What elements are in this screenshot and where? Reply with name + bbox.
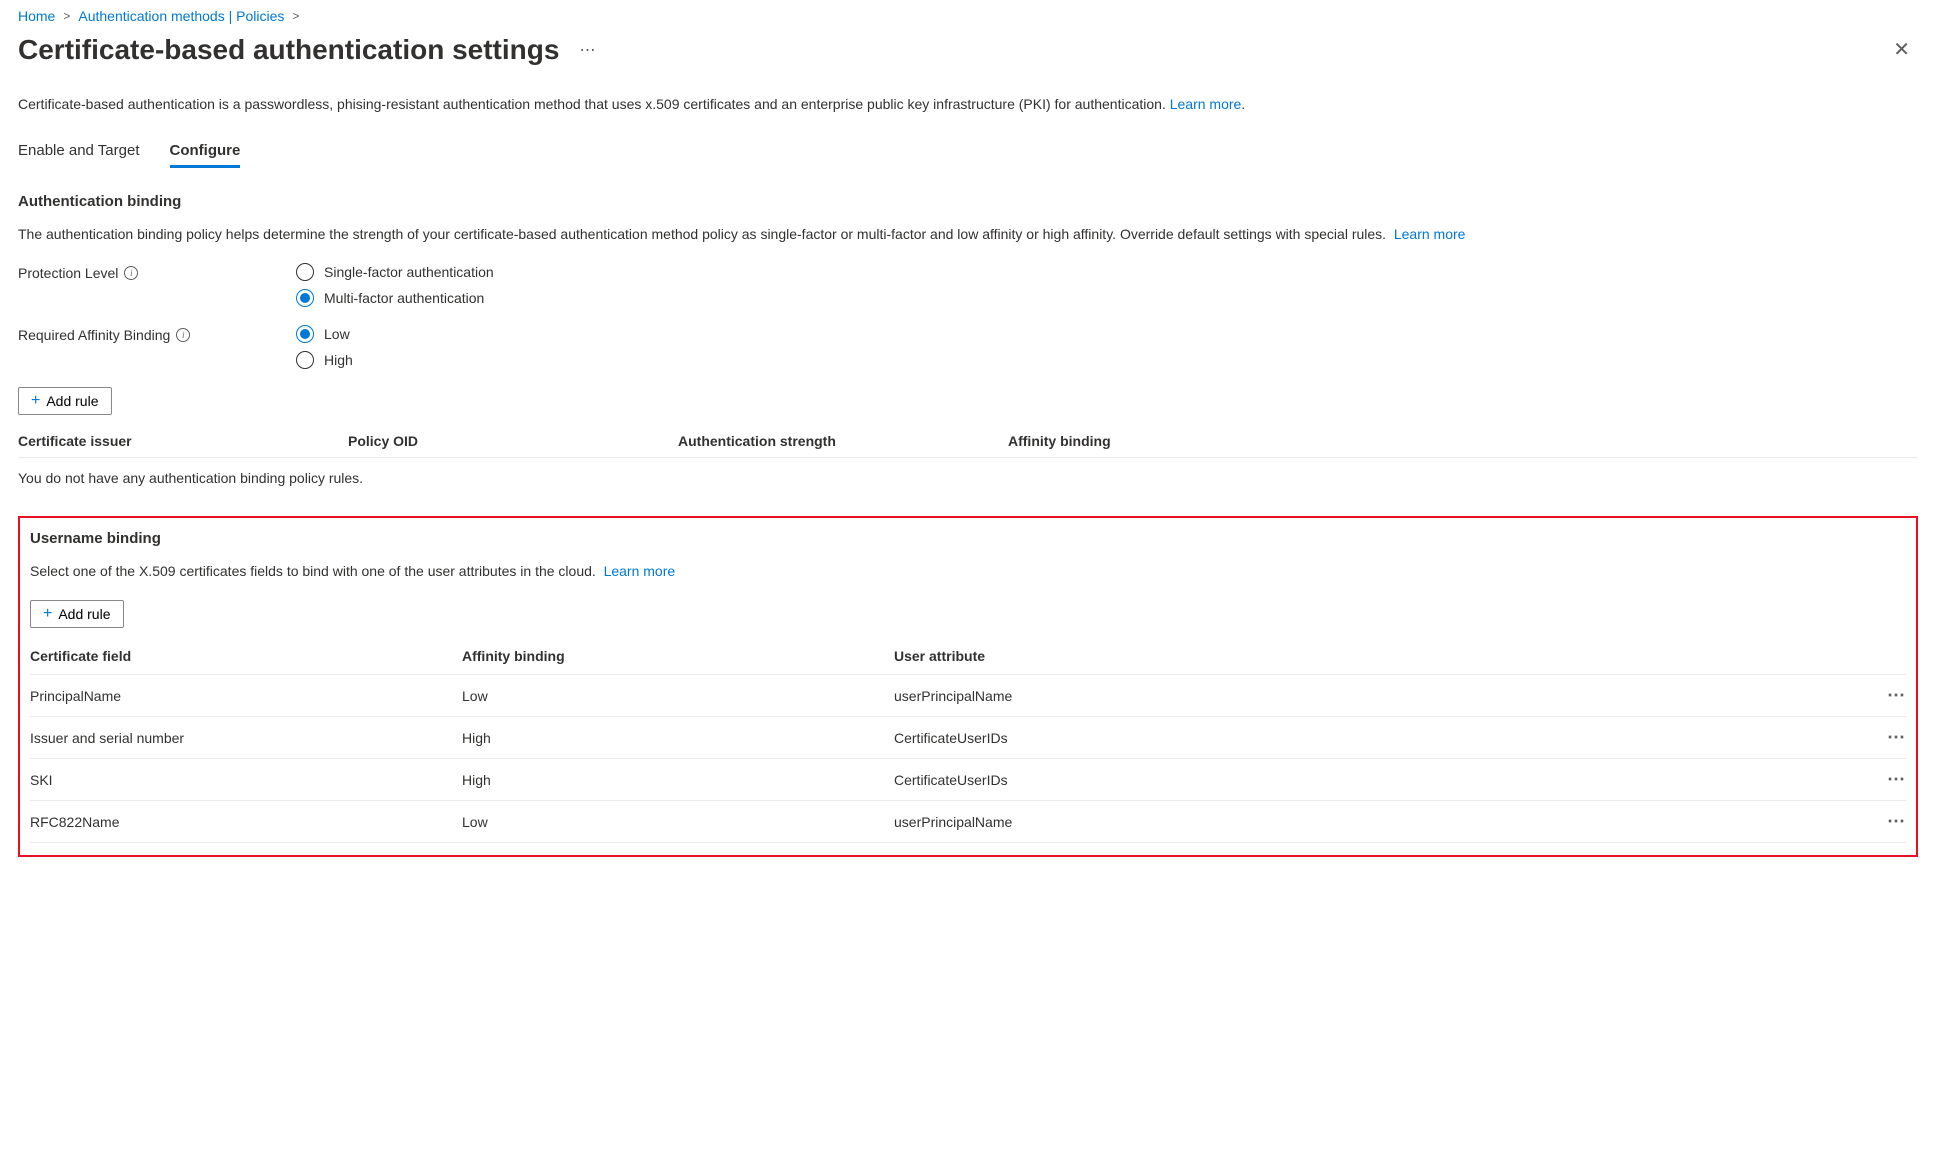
username-binding-desc-text: Select one of the X.509 certificates fie…	[30, 563, 596, 579]
radio-single-label: Single-factor authentication	[324, 264, 494, 280]
radio-circle-icon	[296, 351, 314, 369]
breadcrumb: Home > Authentication methods | Policies…	[18, 8, 1918, 24]
affinity-binding-row: Required Affinity Binding i Low High	[18, 325, 1918, 369]
table-row[interactable]: RFC822NameLowuserPrincipalName⋯	[30, 801, 1906, 843]
col-certificate-field[interactable]: Certificate field	[30, 648, 462, 664]
plus-icon: +	[43, 605, 52, 623]
page-title: Certificate-based authentication setting…	[18, 34, 559, 66]
cell-certificate-field: Issuer and serial number	[30, 730, 462, 746]
protection-level-label: Protection Level i	[18, 263, 296, 281]
username-binding-title: Username binding	[30, 530, 1906, 547]
radio-single-factor[interactable]: Single-factor authentication	[296, 263, 494, 281]
title-row: Certificate-based authentication setting…	[18, 34, 1918, 66]
close-icon[interactable]: ✕	[1885, 36, 1918, 64]
cell-user-attribute: userPrincipalName	[894, 814, 1866, 830]
col-certificate-issuer[interactable]: Certificate issuer	[18, 433, 348, 449]
username-binding-table: Certificate field Affinity binding User …	[30, 638, 1906, 843]
cell-affinity: Low	[462, 688, 894, 704]
radio-multi-factor[interactable]: Multi-factor authentication	[296, 289, 494, 307]
username-binding-section: Username binding Select one of the X.509…	[18, 516, 1918, 857]
cell-user-attribute: CertificateUserIDs	[894, 772, 1866, 788]
cell-affinity: High	[462, 730, 894, 746]
protection-level-text: Protection Level	[18, 265, 118, 281]
username-binding-desc: Select one of the X.509 certificates fie…	[30, 561, 1906, 582]
row-actions-icon[interactable]: ⋯	[1866, 811, 1906, 832]
radio-circle-checked-icon	[296, 289, 314, 307]
plus-icon: +	[31, 392, 40, 410]
row-actions-icon[interactable]: ⋯	[1866, 769, 1906, 790]
period: .	[1241, 96, 1245, 112]
description-text: Certificate-based authentication is a pa…	[18, 96, 1166, 112]
info-icon[interactable]: i	[176, 328, 190, 342]
radio-circle-icon	[296, 263, 314, 281]
affinity-binding-label: Required Affinity Binding i	[18, 325, 296, 343]
row-actions-icon[interactable]: ⋯	[1866, 685, 1906, 706]
chevron-right-icon: >	[292, 9, 299, 23]
auth-binding-title: Authentication binding	[18, 193, 1918, 210]
add-rule-button-auth[interactable]: + Add rule	[18, 387, 112, 415]
page-description: Certificate-based authentication is a pa…	[18, 96, 1918, 112]
add-rule-label: Add rule	[46, 393, 98, 409]
affinity-binding-text: Required Affinity Binding	[18, 327, 170, 343]
auth-table-header: Certificate issuer Policy OID Authentica…	[18, 425, 1918, 458]
auth-binding-learn-more-link[interactable]: Learn more	[1394, 226, 1466, 242]
cell-user-attribute: CertificateUserIDs	[894, 730, 1866, 746]
radio-affinity-low[interactable]: Low	[296, 325, 353, 343]
add-rule-label: Add rule	[58, 606, 110, 622]
cell-affinity: Low	[462, 814, 894, 830]
tab-enable-target[interactable]: Enable and Target	[18, 136, 140, 168]
cell-affinity: High	[462, 772, 894, 788]
row-actions-icon[interactable]: ⋯	[1866, 727, 1906, 748]
auth-table-empty-msg: You do not have any authentication bindi…	[18, 458, 1918, 498]
col-affinity-binding[interactable]: Affinity binding	[462, 648, 894, 664]
table-row[interactable]: PrincipalNameLowuserPrincipalName⋯	[30, 675, 1906, 717]
username-learn-more-link[interactable]: Learn more	[604, 563, 676, 579]
auth-binding-table: Certificate issuer Policy OID Authentica…	[18, 425, 1918, 498]
title-left: Certificate-based authentication setting…	[18, 34, 596, 66]
radio-high-label: High	[324, 352, 353, 368]
chevron-right-icon: >	[63, 9, 70, 23]
cell-certificate-field: SKI	[30, 772, 462, 788]
cell-certificate-field: PrincipalName	[30, 688, 462, 704]
radio-affinity-high[interactable]: High	[296, 351, 353, 369]
cell-certificate-field: RFC822Name	[30, 814, 462, 830]
cell-user-attribute: userPrincipalName	[894, 688, 1866, 704]
learn-more-link[interactable]: Learn more	[1170, 96, 1242, 112]
auth-binding-desc: The authentication binding policy helps …	[18, 224, 1918, 245]
tab-configure[interactable]: Configure	[170, 136, 241, 168]
username-table-header: Certificate field Affinity binding User …	[30, 638, 1906, 675]
breadcrumb-home[interactable]: Home	[18, 8, 55, 24]
col-actions	[1866, 648, 1906, 664]
tabs: Enable and Target Configure	[18, 136, 1918, 169]
table-row[interactable]: Issuer and serial numberHighCertificateU…	[30, 717, 1906, 759]
protection-level-row: Protection Level i Single-factor authent…	[18, 263, 1918, 307]
auth-binding-desc-text: The authentication binding policy helps …	[18, 226, 1386, 242]
col-user-attribute[interactable]: User attribute	[894, 648, 1866, 664]
add-rule-button-username[interactable]: + Add rule	[30, 600, 124, 628]
radio-multi-label: Multi-factor authentication	[324, 290, 484, 306]
radio-circle-checked-icon	[296, 325, 314, 343]
affinity-radio-group: Low High	[296, 325, 353, 369]
info-icon[interactable]: i	[124, 266, 138, 280]
protection-level-radio-group: Single-factor authentication Multi-facto…	[296, 263, 494, 307]
table-row[interactable]: SKIHighCertificateUserIDs⋯	[30, 759, 1906, 801]
more-actions-icon[interactable]: ⋯	[579, 40, 596, 60]
col-affinity-binding[interactable]: Affinity binding	[1008, 433, 1918, 449]
col-auth-strength[interactable]: Authentication strength	[678, 433, 1008, 449]
col-policy-oid[interactable]: Policy OID	[348, 433, 678, 449]
breadcrumb-auth-methods[interactable]: Authentication methods | Policies	[78, 8, 284, 24]
radio-low-label: Low	[324, 326, 350, 342]
